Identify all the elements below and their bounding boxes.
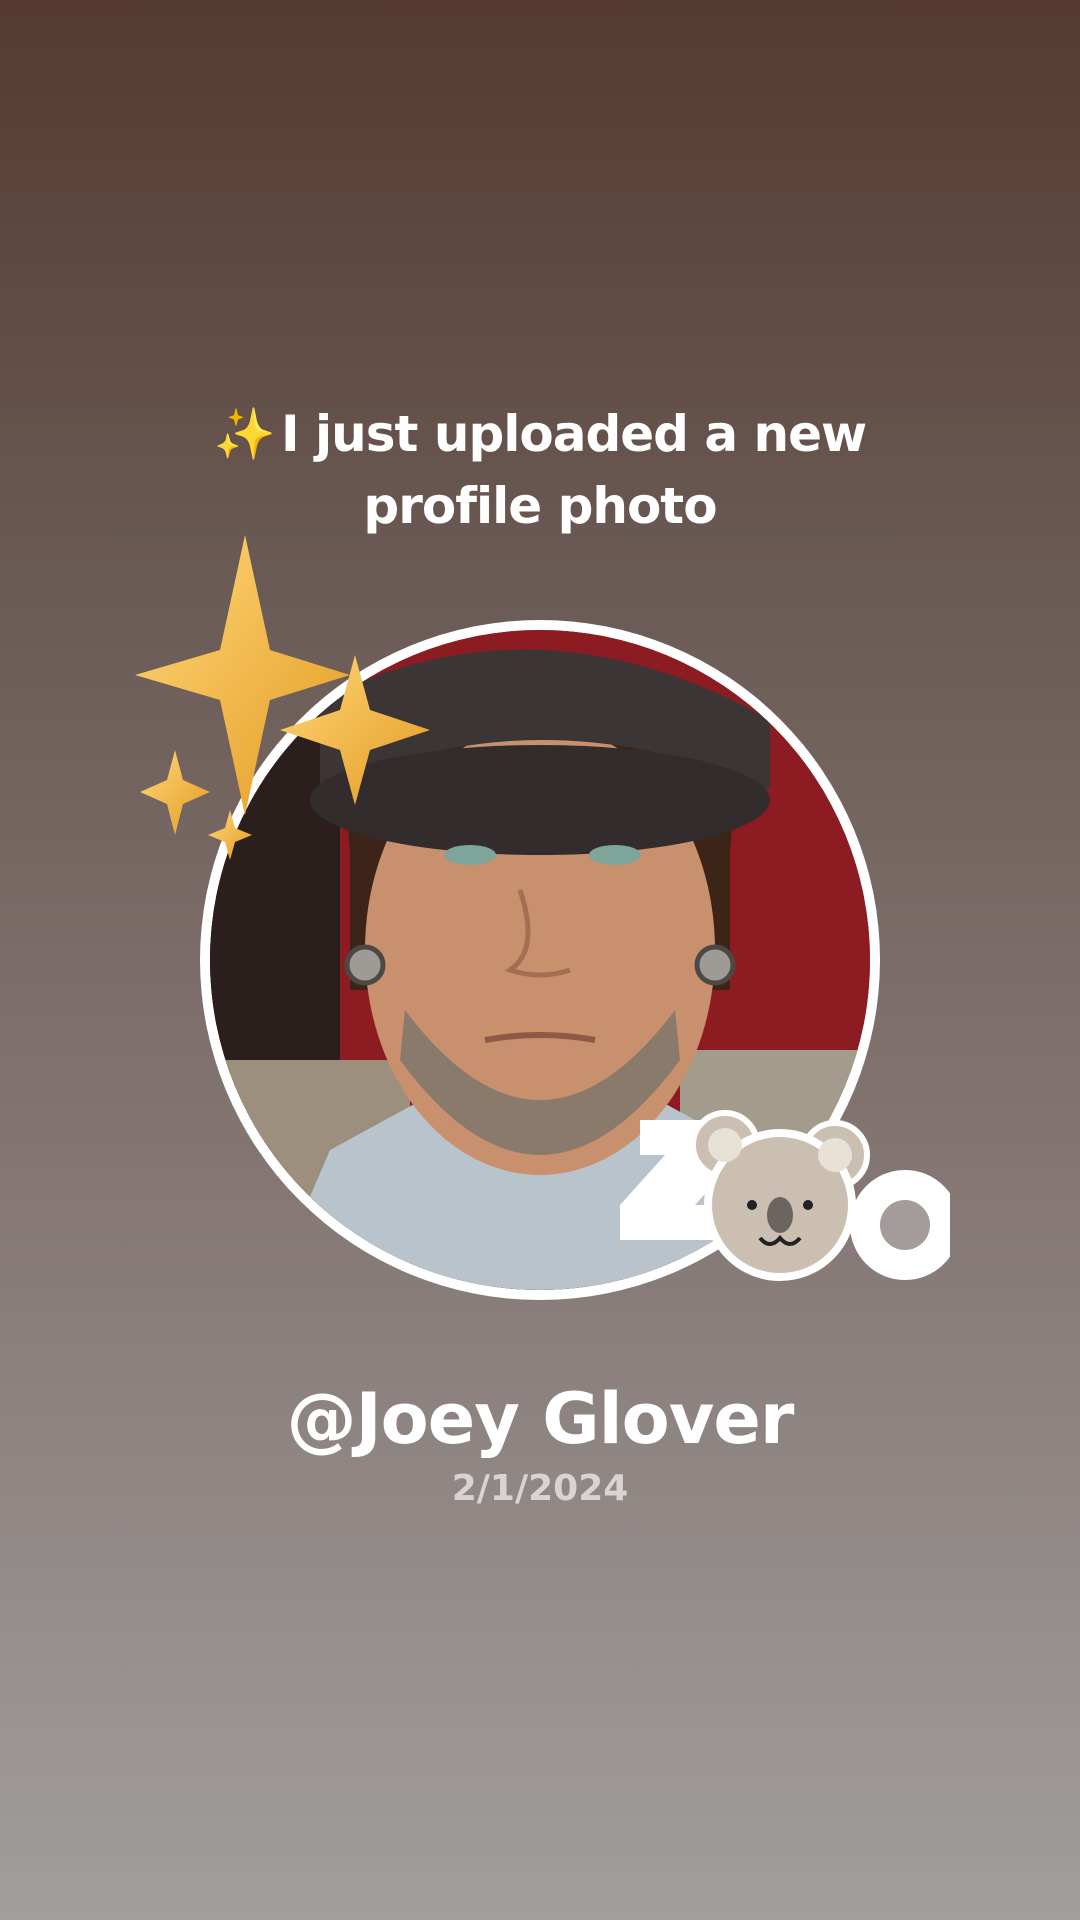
post-date: 2/1/2024 (451, 1468, 629, 1509)
koala-icon (690, 1110, 870, 1281)
zoo-sticker (620, 1110, 950, 1281)
username[interactable]: @Joey Glover (0, 1378, 1080, 1460)
headline: ✨ I just uploaded a new profile photo (0, 398, 1080, 542)
sparkle-stars-icon (135, 535, 430, 860)
headline-text-1: I just uploaded a new (281, 405, 867, 463)
sparkle-icon: ✨ (213, 405, 276, 463)
headline-line-1: ✨ I just uploaded a new (0, 398, 1080, 470)
